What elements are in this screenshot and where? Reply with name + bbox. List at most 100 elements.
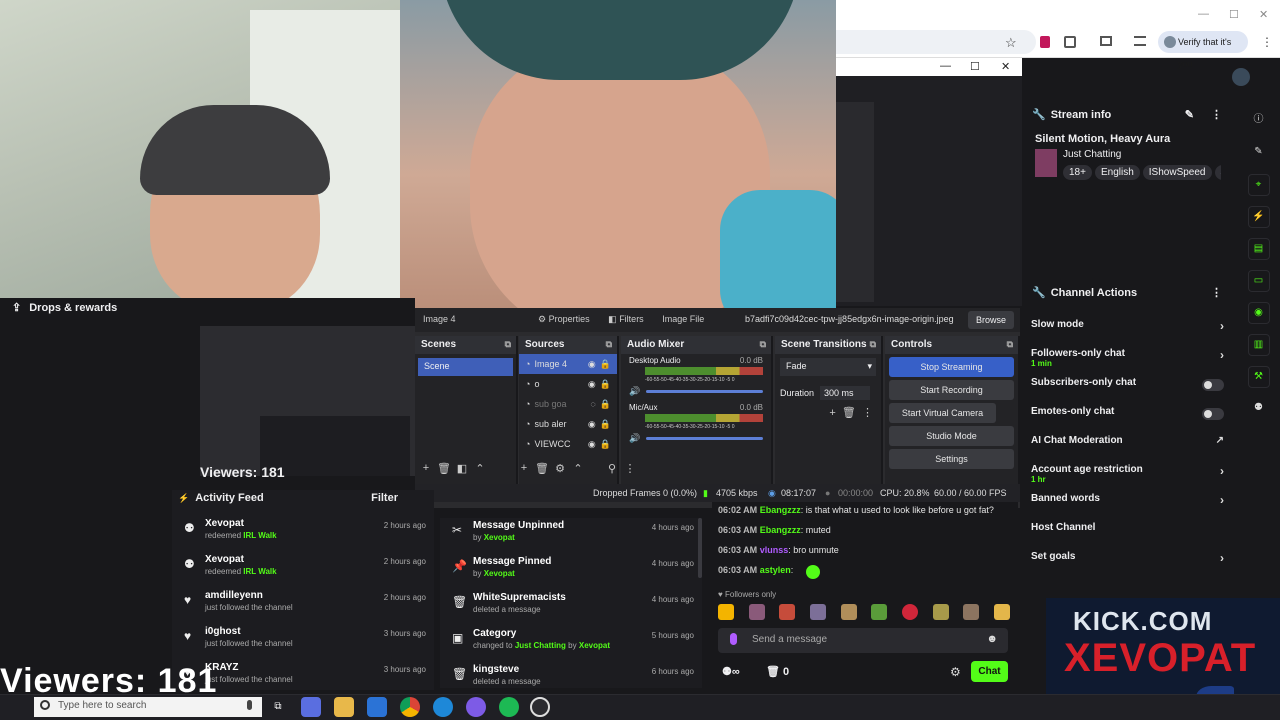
- browse-button[interactable]: Browse: [968, 311, 1014, 329]
- emote-3[interactable]: [779, 604, 796, 620]
- browser-restore-button[interactable]: ☐: [1229, 8, 1239, 21]
- emote-5[interactable]: [840, 604, 857, 620]
- source-row[interactable]: ◔ sub aler ◉ 🔒: [519, 414, 617, 434]
- emote-2[interactable]: [748, 604, 765, 620]
- emote-9[interactable]: [963, 604, 980, 620]
- visibility-eye-icon[interactable]: ◉: [588, 419, 596, 430]
- actions-menu-icon[interactable]: ⋮: [1211, 286, 1222, 299]
- stop-streaming-button[interactable]: Stop Streaming: [889, 357, 1014, 377]
- tab-search-icon[interactable]: [1100, 36, 1112, 46]
- edit-pencil-icon[interactable]: ✎: [1185, 108, 1194, 121]
- emote-6[interactable]: [871, 604, 888, 620]
- media-control-icon[interactable]: [1134, 36, 1146, 46]
- lock-icon[interactable]: 🔒: [600, 439, 611, 450]
- chat-send-button[interactable]: Chat: [971, 661, 1008, 682]
- emote-4[interactable]: [809, 604, 826, 620]
- visibility-eye-icon[interactable]: ◉: [588, 359, 596, 370]
- volume-slider[interactable]: [646, 390, 763, 393]
- lock-icon[interactable]: 🔒: [600, 379, 611, 390]
- remove-scene-icon[interactable]: 🗑: [435, 462, 453, 480]
- chat-username[interactable]: vlunss: [760, 545, 789, 555]
- task-view-icon[interactable]: ⧉: [268, 697, 288, 717]
- visibility-eye-icon[interactable]: ◌: [590, 399, 595, 409]
- channel-points[interactable]: ⚉∞: [722, 665, 740, 678]
- mod-log-item[interactable]: 🗑 kingsteve deleted a message 6 hours ago: [440, 662, 702, 698]
- channel-action-row[interactable]: Emotes-only chat: [1022, 400, 1234, 429]
- obs-taskbar-icon[interactable]: [530, 697, 550, 717]
- source-up-icon[interactable]: ⌃: [569, 462, 587, 480]
- feed-item[interactable]: ♥ amdilleyenn just followed the channel 2 …: [172, 588, 434, 624]
- chat-username[interactable]: Ebangzzz: [760, 505, 801, 515]
- mic-icon[interactable]: [730, 633, 737, 645]
- start-recording-button[interactable]: Start Recording: [889, 380, 1014, 400]
- mod-log-item[interactable]: 🗑 WhiteSupremacists deleted a message 4 ho…: [440, 590, 702, 626]
- chat-username[interactable]: astylen: [760, 565, 791, 575]
- dock-icon[interactable]: ⧉: [505, 339, 511, 350]
- mod-log-item[interactable]: 📌 Message Pinned by Xevopat 4 hours ago: [440, 554, 702, 590]
- channel-action-row[interactable]: Banned words ›: [1022, 487, 1234, 516]
- target-icon[interactable]: ⌖: [1247, 174, 1270, 196]
- chat-username[interactable]: Ebangzzz: [760, 525, 801, 535]
- feed-item[interactable]: ♥ i0ghost just followed the channel 3 hour…: [172, 624, 434, 660]
- dock-icon[interactable]: ⧉: [870, 339, 876, 350]
- visibility-eye-icon[interactable]: ◉: [588, 439, 596, 450]
- emote-10[interactable]: [993, 604, 1010, 620]
- duration-input[interactable]: 300 ms: [820, 386, 871, 400]
- transition-menu-icon[interactable]: ⋮: [862, 407, 873, 419]
- channel-action-row[interactable]: Slow mode ›: [1022, 313, 1234, 342]
- mail-icon[interactable]: [367, 697, 387, 717]
- source-row[interactable]: ◔ o ◉ 🔒: [519, 374, 617, 394]
- edit-icon[interactable]: ✎: [1248, 142, 1270, 164]
- speaker-icon[interactable]: 🔊: [629, 433, 640, 444]
- chat-bubble-icon[interactable]: ▭: [1247, 270, 1270, 292]
- feed-filter-button[interactable]: Filter: [371, 492, 398, 504]
- mic-icon[interactable]: [247, 700, 252, 710]
- add-transition-icon[interactable]: +: [829, 407, 835, 419]
- info-icon[interactable]: ⓘ: [1248, 110, 1270, 132]
- browser-close-button[interactable]: ✕: [1259, 8, 1268, 21]
- source-row[interactable]: ◔ sub goa ◌ 🔒: [519, 394, 617, 414]
- store-icon[interactable]: [301, 697, 321, 717]
- add-scene-icon[interactable]: +: [417, 462, 435, 480]
- move-up-icon[interactable]: ⌃: [471, 462, 489, 480]
- filters-button[interactable]: ◧ Filters: [608, 314, 644, 324]
- layout-icon[interactable]: ▥: [1247, 334, 1270, 356]
- feed-item[interactable]: ⚉ Xevopat redeemed IRL Walk 2 hours ago: [172, 552, 434, 588]
- emote-1[interactable]: [718, 604, 734, 620]
- edge-icon[interactable]: [433, 697, 453, 717]
- mod-log-scrollbar[interactable]: [698, 518, 702, 578]
- dock-icon[interactable]: ⧉: [760, 339, 766, 350]
- stream-tag[interactable]: IShowSpeed: [1142, 165, 1212, 180]
- lock-icon[interactable]: 🔒: [600, 419, 611, 430]
- add-source-icon[interactable]: +: [515, 462, 533, 480]
- channel-action-row[interactable]: Host Channel: [1022, 516, 1234, 545]
- toggle-switch[interactable]: [1202, 408, 1224, 420]
- channel-action-row[interactable]: Set goals ›: [1022, 545, 1234, 574]
- source-row[interactable]: ◔ VIEWCC ◉ 🔒: [519, 434, 617, 454]
- drops-rewards-link[interactable]: ⇪ Drops & rewards: [12, 301, 117, 314]
- volume-slider[interactable]: [646, 437, 763, 440]
- feed-item[interactable]: ⚉ Xevopat redeemed IRL Walk 2 hours ago: [172, 516, 434, 552]
- audio-advanced-icon[interactable]: ⚲: [603, 462, 621, 480]
- dock-icon[interactable]: ⧉: [1007, 339, 1013, 350]
- obs-maximize-button[interactable]: ☐: [970, 60, 980, 73]
- lock-icon[interactable]: 🔒: [600, 399, 611, 410]
- stream-tag[interactable]: a: [1214, 165, 1221, 180]
- emoji-picker-icon[interactable]: ☻: [986, 633, 998, 645]
- document-icon[interactable]: ▤: [1247, 238, 1270, 260]
- channel-action-row[interactable]: Followers-only chat 1 min ›: [1022, 342, 1234, 371]
- obs-minimize-button[interactable]: —: [940, 60, 951, 72]
- browser-minimize-button[interactable]: —: [1198, 8, 1209, 20]
- chat-message[interactable]: 06:02 AM Ebangzzz: is that what u used t…: [712, 502, 1018, 522]
- channel-action-row[interactable]: AI Chat Moderation ↗: [1022, 429, 1234, 458]
- start-virtual-camera-button[interactable]: Start Virtual Camera: [889, 403, 996, 423]
- audio-menu-icon[interactable]: ⋮: [621, 462, 639, 480]
- source-row[interactable]: ◔ Image 4 ◉ 🔒: [519, 354, 617, 374]
- browser-menu-icon[interactable]: ⋮: [1261, 35, 1273, 49]
- taskbar-search[interactable]: Type here to search: [34, 697, 262, 717]
- bolt-icon[interactable]: ⚡: [1247, 206, 1270, 228]
- remove-transition-icon[interactable]: 🗑: [842, 407, 856, 419]
- toggle-switch[interactable]: [1202, 379, 1224, 391]
- extensions-icon[interactable]: [1064, 36, 1076, 48]
- mod-log-item[interactable]: ✂ Message Unpinned by Xevopat 4 hours ago: [440, 518, 702, 554]
